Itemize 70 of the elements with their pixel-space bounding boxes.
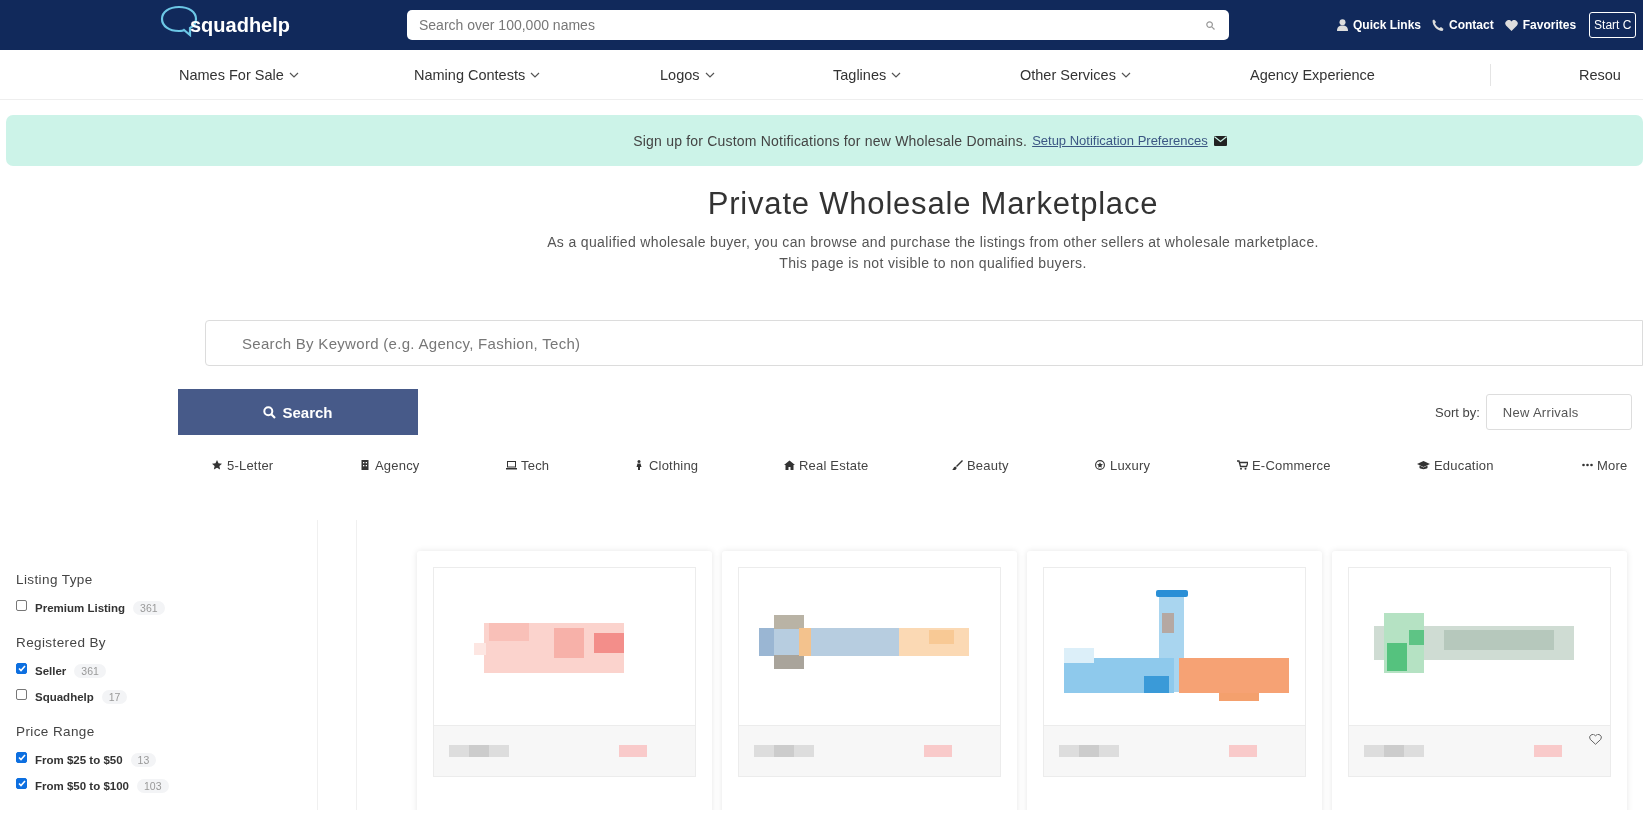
category-link[interactable]: Agency xyxy=(360,457,506,473)
nav-item[interactable]: Taglines xyxy=(833,66,1020,83)
notification-link[interactable]: Setup Notification Preferences xyxy=(1032,133,1208,148)
checkbox[interactable] xyxy=(16,599,27,611)
category-link[interactable]: Real Estate xyxy=(784,457,952,473)
checkbox[interactable] xyxy=(16,777,27,789)
heart-icon[interactable] xyxy=(1589,734,1602,745)
chevron-down-icon xyxy=(704,71,715,78)
notice-text: Sign up for Custom Notifications for new Wholesale Domains. xyxy=(633,132,1028,149)
filter-heading: Registered By xyxy=(16,635,107,650)
category-link[interactable]: 5-Letter xyxy=(212,457,360,473)
header-link[interactable]: Favorites xyxy=(1504,18,1577,32)
sort-label: Sort by: xyxy=(1435,404,1480,420)
category-link[interactable]: More xyxy=(1582,457,1643,473)
cart-icon xyxy=(1237,460,1248,470)
nav-item[interactable]: Names For Sale xyxy=(179,66,414,83)
filter-option-label[interactable]: Squadhelp xyxy=(35,691,94,703)
sort-dropdown[interactable]: New Arrivals xyxy=(1485,394,1632,430)
logo-text[interactable]: squadhelp xyxy=(174,13,290,37)
checkbox[interactable] xyxy=(16,688,27,700)
checkbox[interactable] xyxy=(16,751,27,763)
nav-item[interactable]: Logos xyxy=(660,66,833,83)
keyword-search-field[interactable]: Search By Keyword (e.g. Agency, Fashion, Tech) xyxy=(205,320,1643,366)
chevron-down-icon xyxy=(891,71,902,78)
nav-item[interactable]: Resou xyxy=(1579,66,1621,83)
filter-option-label[interactable]: From $50 to $100 xyxy=(35,780,129,792)
envelope-icon xyxy=(1213,135,1227,146)
checkbox[interactable] xyxy=(16,662,27,674)
search-button[interactable]: Search xyxy=(178,389,418,435)
header-link[interactable]: Quick Links xyxy=(1337,18,1422,32)
page-title: Private Wholesale Marketplace xyxy=(707,186,1159,222)
building-icon xyxy=(360,460,371,470)
search-icon xyxy=(263,405,277,419)
page-subtitle: This page is not visible to non qualified buyers. xyxy=(779,254,1087,273)
filter-heading: Listing Type xyxy=(16,572,94,587)
brush-icon xyxy=(952,460,963,470)
chevron-down-icon xyxy=(530,71,541,78)
category-link[interactable]: Beauty xyxy=(952,457,1095,473)
search-field[interactable]: Search over 100,000 names xyxy=(407,10,1229,40)
nav-item[interactable]: Agency Experience xyxy=(1250,66,1490,83)
count-badge: 13 xyxy=(130,753,157,767)
page-subtitle: As a qualified wholesale buyer, you can browse and purchase the listings from other sellers at wholesale marketplace. xyxy=(547,233,1319,252)
filter-option-label[interactable]: Seller xyxy=(35,665,67,677)
category-link[interactable]: Tech xyxy=(506,457,634,473)
count-badge: 361 xyxy=(74,664,106,678)
user-icon xyxy=(1337,19,1348,31)
chevron-down-icon xyxy=(1120,71,1131,78)
star-circle-icon xyxy=(1095,460,1106,470)
chevron-down-icon xyxy=(288,71,299,78)
category-link[interactable]: E-Commerce xyxy=(1237,457,1417,473)
category-link[interactable]: Clothing xyxy=(634,457,784,473)
laptop-icon xyxy=(506,460,517,470)
category-link[interactable]: Luxury xyxy=(1095,457,1237,473)
header-link[interactable]: Contact xyxy=(1432,18,1494,32)
filter-option-label[interactable]: Premium Listing xyxy=(35,602,126,614)
count-badge: 103 xyxy=(136,779,169,793)
star-icon xyxy=(212,460,223,470)
phone-icon xyxy=(1432,19,1445,31)
count-badge: 17 xyxy=(101,690,128,704)
start-button[interactable]: Start C xyxy=(1589,12,1637,38)
graduation-cap-icon xyxy=(1417,460,1430,470)
heart-icon xyxy=(1504,19,1518,31)
search-icon xyxy=(1206,21,1215,30)
nav-item[interactable]: Other Services xyxy=(1020,66,1250,83)
filter-option-label[interactable]: From $25 to $50 xyxy=(35,754,123,766)
category-link[interactable]: Education xyxy=(1417,457,1582,473)
count-badge: 361 xyxy=(133,601,165,615)
filter-heading: Price Range xyxy=(16,724,96,739)
house-icon xyxy=(784,460,795,470)
nav-item[interactable]: Naming Contests xyxy=(414,66,660,83)
